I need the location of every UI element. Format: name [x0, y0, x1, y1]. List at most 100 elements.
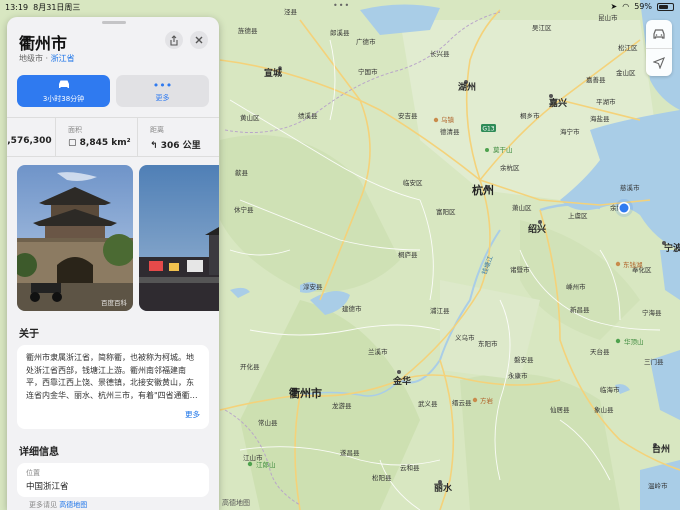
svg-text:休宁县: 休宁县 — [234, 205, 254, 214]
map-label-shaoxing: 绍兴 — [528, 223, 546, 235]
battery-percent: 59% — [634, 2, 652, 11]
multitask-handle[interactable]: ••• — [333, 1, 350, 10]
place-card-panel: 衢州市 地级市 · 浙江省 3小时38分钟 ••• 更多 2,576,300 面… — [7, 17, 219, 510]
map-label-hangzhou: 杭州 — [472, 183, 494, 197]
about-heading: 关于 — [19, 329, 39, 340]
svg-text:东钱湖: 东钱湖 — [623, 260, 643, 269]
car-icon — [57, 79, 71, 92]
battery-icon — [657, 2, 674, 11]
svg-text:绩溪县: 绩溪县 — [298, 111, 318, 120]
photo-night-city[interactable] — [139, 165, 219, 311]
svg-text:桐庐县: 桐庐县 — [398, 250, 418, 259]
map-credit: 高德地图 — [222, 499, 250, 507]
drive-time-label: 3小时38分钟 — [42, 94, 85, 103]
svg-text:海宁市: 海宁市 — [560, 127, 580, 136]
svg-text:吴江区: 吴江区 — [532, 24, 552, 32]
transport-mode-button[interactable] — [646, 20, 672, 48]
status-bar: 13:19 8月31日周三 ••• ➤ ◠ 59% — [0, 0, 680, 13]
svg-text:天台县: 天台县 — [590, 347, 610, 356]
details-heading: 详细信息 — [19, 447, 59, 458]
directions-button[interactable]: 3小时38分钟 — [17, 75, 110, 107]
svg-text:昆山市: 昆山市 — [598, 13, 618, 22]
panel-grabber[interactable] — [102, 21, 126, 24]
svg-text:桐乡市: 桐乡市 — [520, 111, 540, 120]
svg-text:仙居县: 仙居县 — [550, 405, 570, 414]
svg-text:兰溪市: 兰溪市 — [368, 347, 388, 356]
svg-text:广德市: 广德市 — [356, 37, 376, 46]
status-time: 13:19 — [5, 3, 29, 12]
svg-text:云和县: 云和县 — [400, 463, 420, 472]
about-more-link[interactable]: 更多 — [181, 408, 200, 421]
close-button[interactable] — [190, 31, 208, 49]
more-dots-icon: ••• — [152, 78, 173, 92]
area-icon: ▢ — [68, 138, 80, 148]
more-button[interactable]: ••• 更多 — [116, 75, 209, 107]
svg-text:长兴县: 长兴县 — [430, 49, 450, 58]
svg-text:松阳县: 松阳县 — [372, 473, 392, 482]
svg-text:莫干山: 莫干山 — [493, 145, 513, 154]
place-subtitle: 地级市 · 浙江省 — [19, 54, 75, 63]
status-date: 8月31日周三 — [33, 3, 81, 12]
svg-text:龙游县: 龙游县 — [332, 401, 352, 410]
svg-text:华顶山: 华顶山 — [624, 337, 644, 346]
map-label-ningbo: 宁波 — [664, 242, 680, 254]
route-icon: ↰ — [150, 141, 161, 151]
svg-text:方岩: 方岩 — [480, 396, 494, 405]
svg-text:嘉善县: 嘉善县 — [586, 75, 606, 84]
share-button[interactable] — [165, 31, 183, 49]
stat-area: 面积 ▢ 8,845 km² — [55, 118, 137, 156]
action-buttons: 3小时38分钟 ••• 更多 — [17, 75, 209, 107]
amap-link[interactable]: 高德地图 — [59, 501, 87, 509]
photo-gallery[interactable]: 百度百科 — [17, 165, 219, 313]
car-icon — [653, 29, 665, 39]
svg-text:黄山区: 黄山区 — [240, 113, 260, 122]
location-card: 位置 中国浙江省 — [17, 463, 209, 497]
map-label-xuancheng: 宣城 — [264, 67, 282, 79]
svg-text:常山县: 常山县 — [258, 418, 278, 427]
svg-text:武义县: 武义县 — [418, 399, 438, 408]
current-location-dot — [619, 203, 629, 213]
svg-text:宁国市: 宁国市 — [358, 67, 378, 76]
map-label-jinhua: 金华 — [392, 375, 411, 387]
svg-text:嵊州市: 嵊州市 — [566, 282, 586, 291]
svg-text:遂昌县: 遂昌县 — [340, 448, 360, 457]
about-card[interactable]: 衢州市隶属浙江省，简称衢，也被称为柯城。地处浙江省西部，钱塘江上游。衢州南邻福建… — [17, 345, 209, 429]
svg-text:温岭市: 温岭市 — [648, 481, 668, 490]
svg-text:东阳市: 东阳市 — [478, 339, 498, 348]
map-label-quzhou: 衢州市 — [289, 386, 322, 400]
about-text: 衢州市隶属浙江省，简称衢，也被称为柯城。地处浙江省西部，钱塘江上游。衢州南邻福建… — [26, 353, 198, 400]
more-label: 更多 — [155, 93, 170, 102]
photo-credit: 百度百科 — [101, 299, 127, 307]
svg-text:安吉县: 安吉县 — [398, 111, 418, 120]
location-value: 中国浙江省 — [26, 482, 69, 492]
svg-text:德清县: 德清县 — [440, 127, 460, 136]
svg-text:慈溪市: 慈溪市 — [620, 183, 640, 192]
svg-text:诸暨市: 诸暨市 — [510, 265, 530, 274]
svg-text:余杭区: 余杭区 — [500, 163, 520, 172]
svg-text:缙云县: 缙云县 — [452, 398, 472, 407]
map-controls — [646, 20, 672, 76]
svg-text:江郎山: 江郎山 — [256, 460, 276, 469]
province-link[interactable]: 浙江省 — [51, 54, 75, 63]
photo-city-gate[interactable]: 百度百科 — [17, 165, 133, 311]
footer-note: 更多请见 高德地图 — [29, 501, 88, 509]
svg-text:平湖市: 平湖市 — [596, 97, 616, 106]
svg-text:宁海县: 宁海县 — [642, 308, 662, 317]
svg-text:建德市: 建德市 — [342, 304, 362, 313]
stats-row: 2,576,300 面积 ▢ 8,845 km² 距离 ↰ 306 公里 — [7, 117, 219, 157]
svg-text:永康市: 永康市 — [508, 371, 528, 380]
close-icon — [195, 36, 203, 44]
locate-me-button[interactable] — [646, 48, 672, 76]
svg-text:海盐县: 海盐县 — [590, 114, 610, 123]
svg-text:萧山区: 萧山区 — [512, 203, 532, 212]
map-label-taizhou: 台州 — [652, 443, 670, 455]
svg-text:磐安县: 磐安县 — [514, 355, 534, 364]
map-label-jiaxing: 嘉兴 — [548, 97, 567, 109]
svg-text:开化县: 开化县 — [240, 362, 260, 371]
svg-text:旌德县: 旌德县 — [238, 26, 258, 35]
map-label-lishui: 丽水 — [434, 482, 453, 494]
svg-text:淳安县: 淳安县 — [303, 282, 323, 291]
svg-text:象山县: 象山县 — [594, 405, 614, 414]
stat-population: 2,576,300 — [7, 136, 52, 146]
location-label: 位置 — [26, 469, 40, 477]
